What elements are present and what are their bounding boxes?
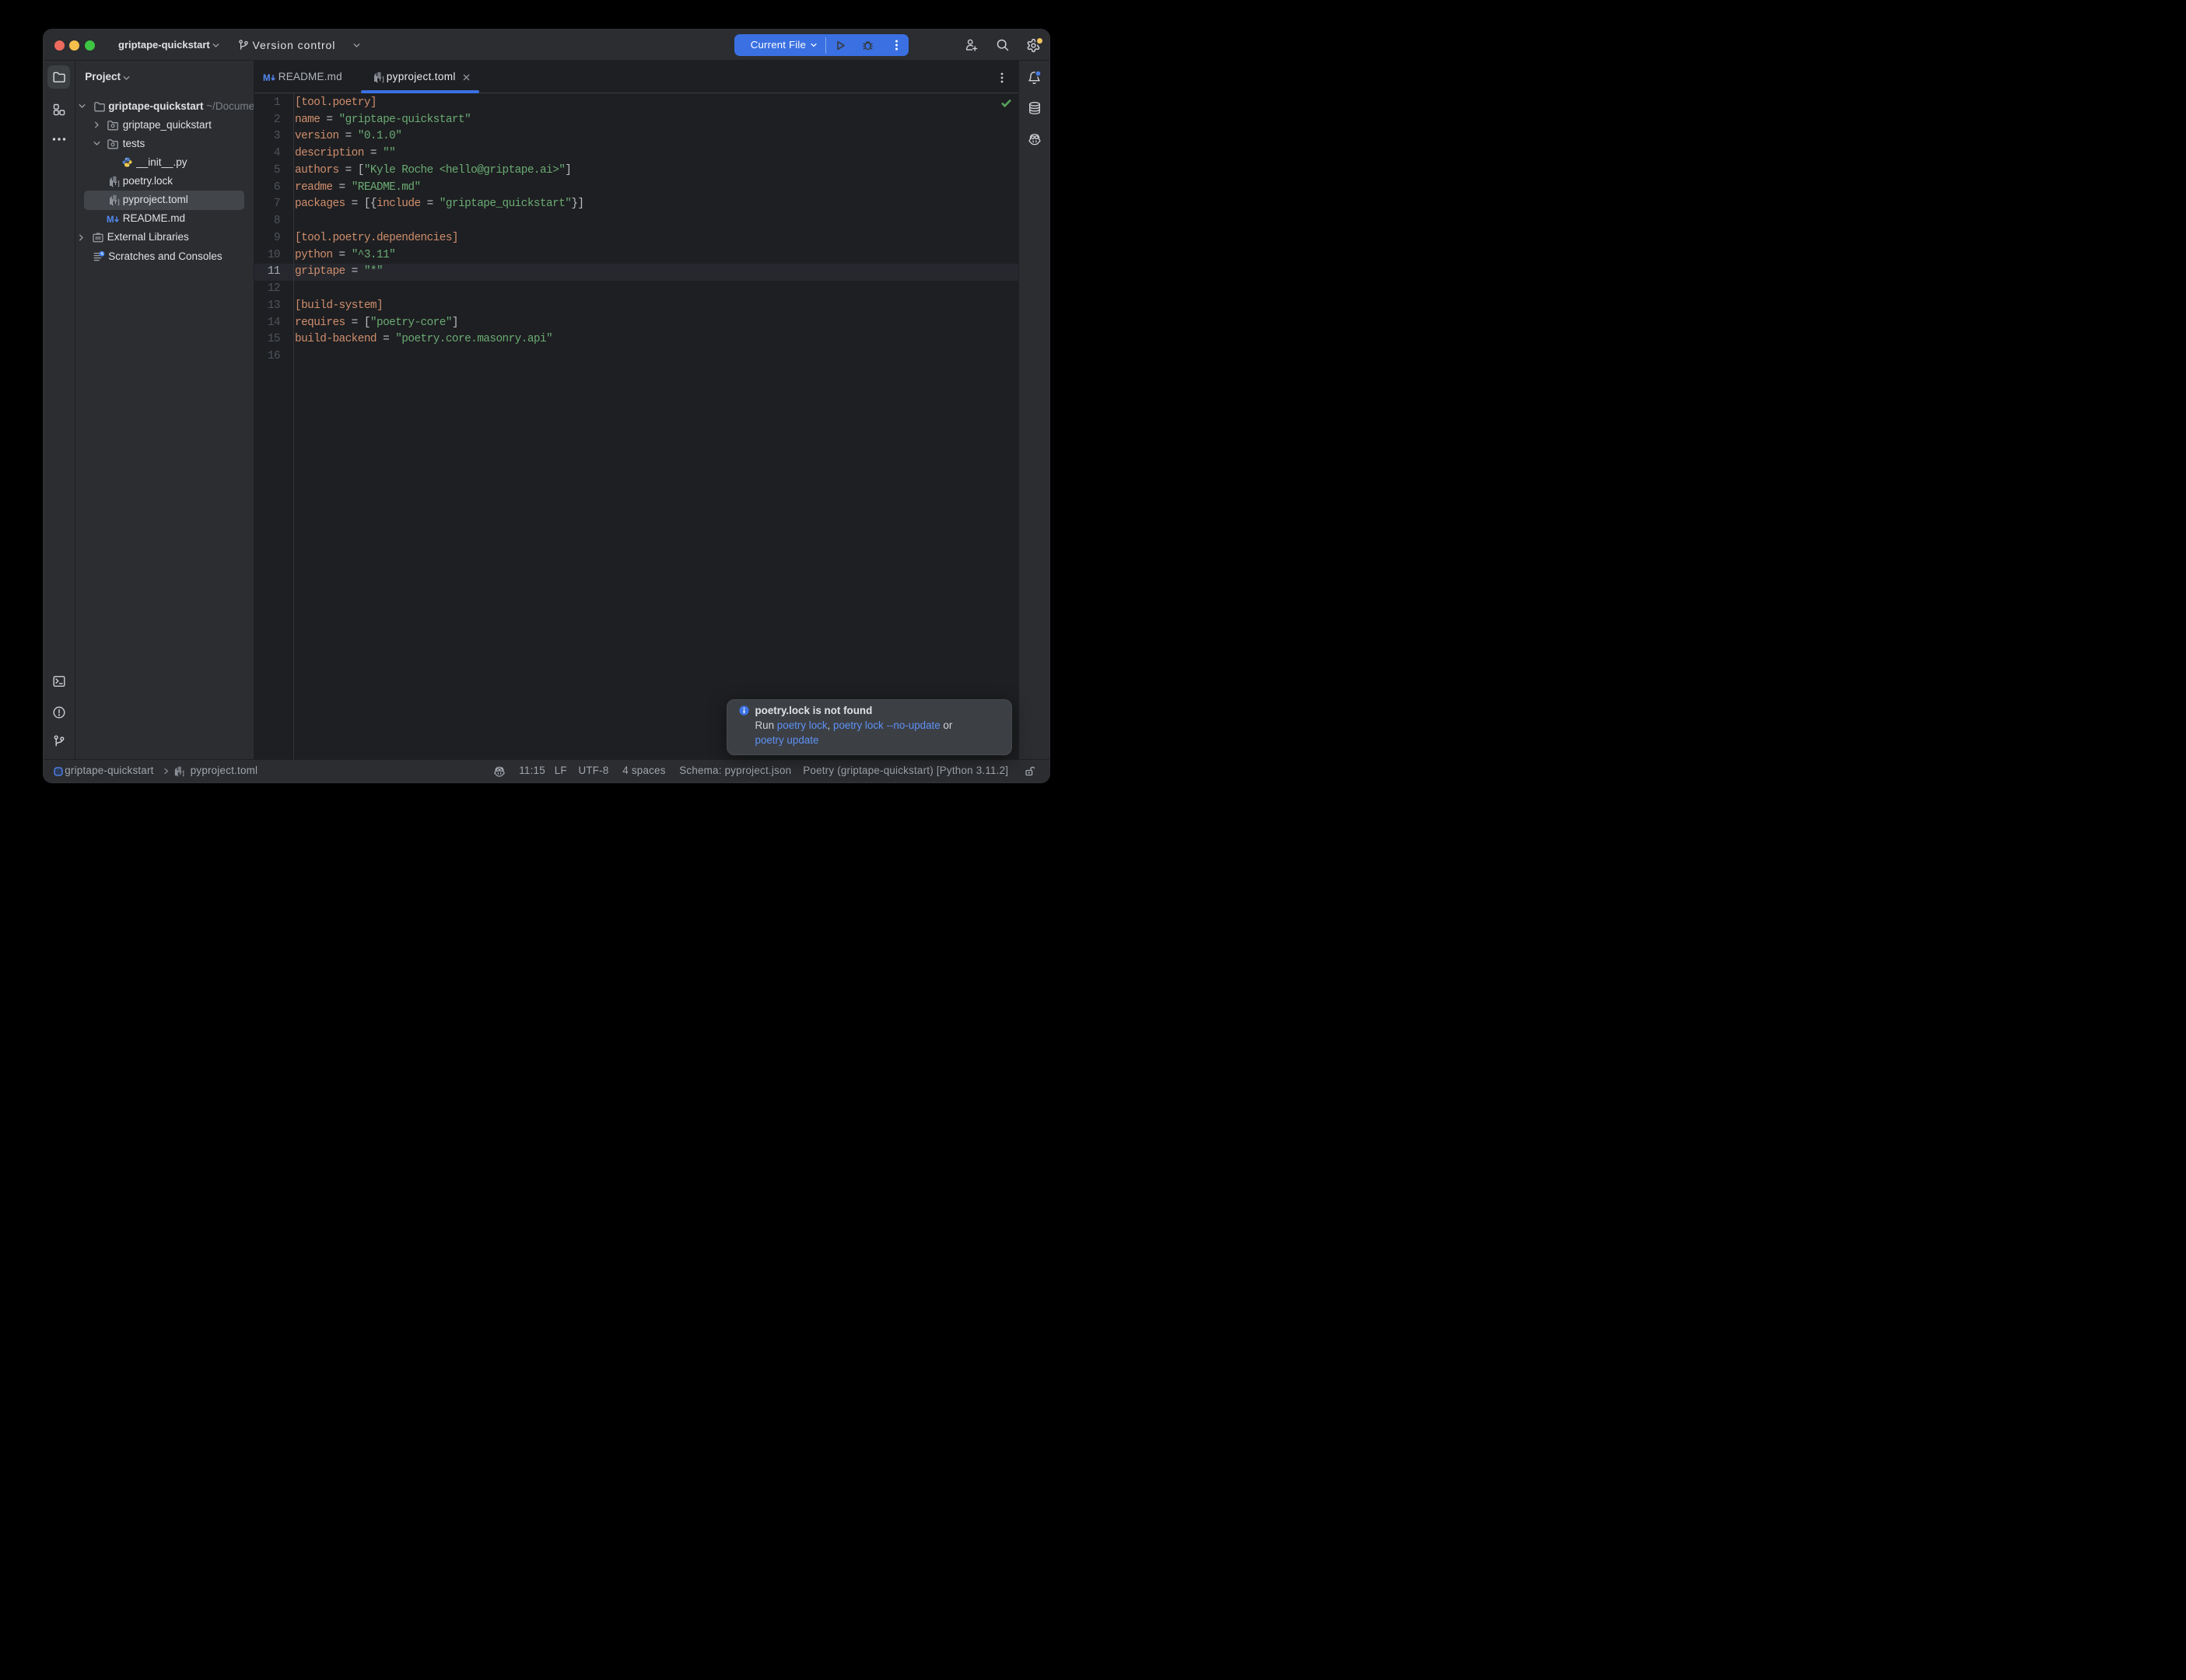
svg-text:M: M xyxy=(107,215,114,225)
svg-text:M: M xyxy=(263,73,271,82)
